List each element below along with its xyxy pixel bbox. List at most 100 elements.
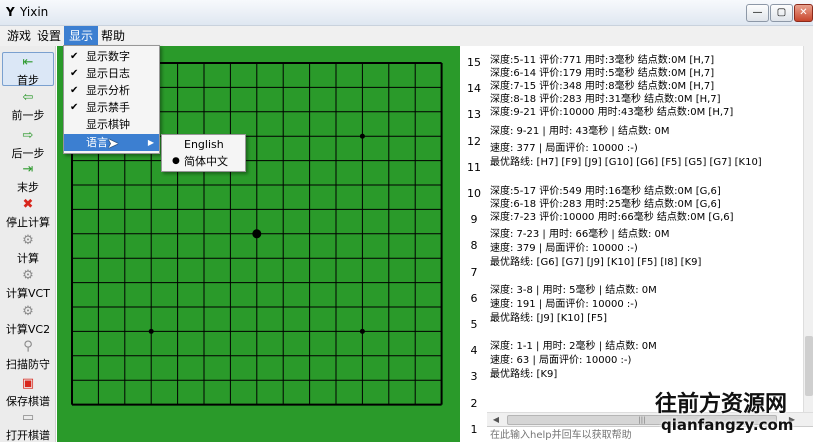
minimize-button[interactable]: — [746,4,769,22]
star-point [359,133,365,139]
log-line: 深度: 1-1 | 用时: 2毫秒 | 结点数: 0M [490,341,657,352]
menu-show-analysis-label: 显示分析 [86,84,130,97]
last-step-button[interactable]: ⇥ 末步 [2,162,54,195]
log-line: 最优路线: [K9] [490,369,558,380]
log-line: 深度:6-18 评价:283 用时:25毫秒 结点数:0M [G,6] [490,199,721,210]
calc-button[interactable]: ⚙ 计算 [2,233,54,266]
next-step-button[interactable]: ⇨ 后一步 [2,128,54,161]
submenu-arrow-icon: ▶ [147,138,154,147]
log-line: 最优路线: [J9] [K10] [F5] [490,313,608,324]
watermark: 往前方资源网 qianfangzy.com [655,386,813,442]
analysis-log: 深度:5-11 评价:771 用时:3毫秒 结点数:0M [H,7] 深度:6-1… [487,46,803,412]
log-vertical-scrollbar[interactable] [803,46,813,412]
star-point [148,328,154,334]
prev-step-icon: ⇦ [22,90,34,105]
menu-language-label: 语言 [86,136,108,149]
row-number: 4 [470,344,478,358]
menu-show-forbidden[interactable]: ✔ 显示禁手 [64,99,159,116]
menu-show-clock-label: 显示棋钟 [86,118,130,131]
maximize-button[interactable]: ▢ [770,4,793,22]
next-step-label: 后一步 [11,147,45,160]
menu-show-clock[interactable]: 显示棋钟 [64,116,159,133]
log-line: 深度:7-23 评价:10000 用时:66毫秒 结点数:0M [G,6] [490,212,734,223]
row-number: 13 [467,108,481,122]
last-step-icon: ⇥ [22,162,34,177]
log-line: 速度: 379 | 局面评价: 10000 :-) [490,243,638,254]
row-number: 8 [470,239,478,253]
check-icon: ✔ [70,51,79,62]
close-button[interactable]: ✕ [794,4,813,22]
row-number: 6 [470,291,478,305]
search-icon: ⚲ [23,339,33,354]
menu-game[interactable]: 游戏 [2,26,36,46]
menu-help[interactable]: 帮助 [96,26,130,46]
log-line: 速度: 191 | 局面评价: 10000 :-) [490,299,638,310]
check-icon: ✔ [70,68,79,79]
log-line: 深度:5-11 评价:771 用时:3毫秒 结点数:0M [H,7] [490,55,715,66]
save-game-label: 保存棋谱 [6,395,50,408]
row-number: 2 [470,396,478,410]
gear-icon: ⚙ [22,268,34,283]
calc-vc2-button[interactable]: ⚙ 计算VC2 [2,304,54,337]
row-number: 7 [470,265,478,279]
calc-label: 计算 [17,252,39,265]
first-step-icon: ⇤ [22,55,34,70]
row-number: 11 [467,160,481,174]
language-english-label: English [184,138,224,151]
stone-black [252,229,262,239]
log-line: 深度: 7-23 | 用时: 66毫秒 | 结点数: 0M [490,229,670,240]
scroll-left-icon[interactable]: ◀ [489,414,503,426]
first-step-label: 首步 [17,74,39,87]
log-line: 深度:8-18 评价:283 用时:31毫秒 结点数:0M [H,7] [490,94,721,105]
calc-vct-label: 计算VCT [6,287,50,300]
row-number: 14 [467,82,481,96]
app-logo-icon: Y [6,5,15,19]
row-number: 5 [470,318,478,331]
log-line: 深度: 3-8 | 用时: 5毫秒 | 结点数: 0M [490,285,657,296]
watermark-url: qianfangzy.com [661,416,794,434]
row-number: 9 [470,213,478,227]
scan-defense-label: 扫描防守 [6,358,50,371]
save-game-button[interactable]: ▣ 保存棋谱 [2,376,54,409]
log-line: 深度:6-14 评价:179 用时:5毫秒 结点数:0M [H,7] [490,68,715,79]
check-icon: ✔ [70,85,79,96]
log-line: 最优路线: [G6] [G7] [J9] [K10] [F5] [I8] [K9… [490,257,702,268]
radio-dot-icon: ● [172,156,180,166]
mouse-cursor-icon: ➤ [107,136,119,152]
open-game-label: 打开棋谱 [6,429,50,442]
log-line: 深度: 9-21 | 用时: 43毫秒 | 结点数: 0M [490,126,670,137]
watermark-title: 往前方资源网 [655,392,788,417]
log-line: 深度:7-15 评价:348 用时:8毫秒 结点数:0M [H,7] [490,81,715,92]
language-chinese[interactable]: ● 简体中文 [162,153,245,170]
prev-step-label: 前一步 [11,109,45,122]
row-number: 15 [467,56,481,69]
log-line: 最优路线: [H7] [F9] [J9] [G10] [G6] [F5] [G5… [490,157,762,168]
log-line: 速度: 63 | 局面评价: 10000 :-) [490,355,632,366]
open-game-button[interactable]: ▭ 打开棋谱 [2,410,54,442]
row-number: 1 [470,422,478,436]
last-step-label: 末步 [17,181,39,194]
language-english[interactable]: English [162,136,245,153]
row-number: 12 [467,134,481,148]
menu-settings[interactable]: 设置 [32,26,66,46]
scan-defense-button[interactable]: ⚲ 扫描防守 [2,339,54,372]
menu-show-forbidden-label: 显示禁手 [86,101,130,114]
language-submenu: English ● 简体中文 [161,134,246,172]
prev-step-button[interactable]: ⇦ 前一步 [2,90,54,123]
menu-show-log[interactable]: ✔ 显示日志 [64,65,159,82]
log-line: 深度:9-21 评价:10000 用时:43毫秒 结点数:0M [H,7] [490,107,734,118]
title-bar: Y Yixin — ▢ ✕ [0,0,813,26]
left-toolbar: ⇤ 首步 ⇦ 前一步 ⇨ 后一步 ⇥ 末步 ✖ 停止计算 ⚙ 计算 ⚙ 计算VC… [0,46,56,442]
row-number-column: 15 14 13 12 11 10 9 8 7 6 5 4 3 2 1 [461,46,487,442]
menu-show-analysis[interactable]: ✔ 显示分析 [64,82,159,99]
open-folder-icon: ▭ [21,410,35,425]
first-step-button[interactable]: ⇤ 首步 [2,52,54,87]
stop-calc-button[interactable]: ✖ 停止计算 [2,197,54,230]
window-title: Yixin [20,5,49,19]
menu-show-numbers[interactable]: ✔ 显示数字 [64,48,159,65]
check-icon: ✔ [70,102,79,113]
menu-display[interactable]: 显示 [64,26,99,46]
calc-vct-button[interactable]: ⚙ 计算VCT [2,268,54,301]
log-line: 深度:5-17 评价:549 用时:16毫秒 结点数:0M [G,6] [490,186,721,197]
row-number: 10 [467,187,481,200]
